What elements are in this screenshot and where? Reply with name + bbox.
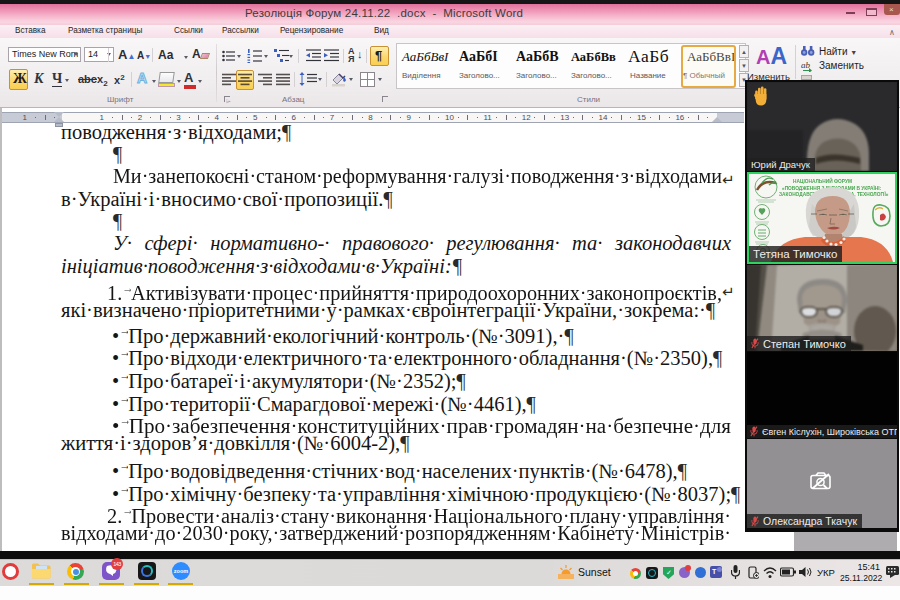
svg-text:НАЦІОНАЛЬНИЙ ФОРУМ: НАЦІОНАЛЬНИЙ ФОРУМ	[793, 177, 852, 184]
